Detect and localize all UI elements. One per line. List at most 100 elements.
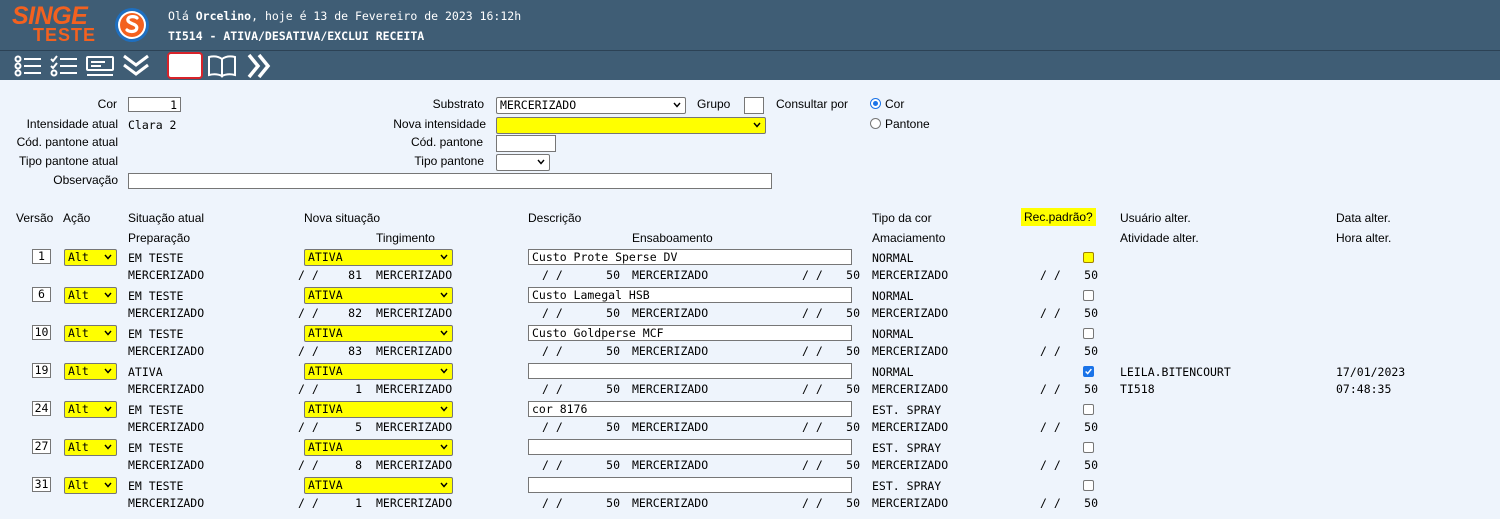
nova-situacao-select[interactable]: ATIVA	[304, 477, 453, 494]
ensaboamento-value: MERCERIZADO	[632, 268, 709, 282]
amaciamento-slash: / /	[1040, 496, 1061, 510]
acao-value: Alt	[68, 288, 89, 302]
chevron-down-icon	[440, 444, 448, 450]
acao-select[interactable]: Alt	[64, 363, 117, 380]
chevron-down-icon	[104, 482, 112, 488]
refresh-icon[interactable]	[167, 52, 203, 79]
tingimento-slash: / /	[298, 382, 319, 396]
amaciamento-value: MERCERIZADO	[872, 344, 949, 358]
nova-situacao-value: ATIVA	[308, 326, 343, 340]
amaciamento-num: 50	[1084, 458, 1098, 472]
logo-bottom: TESTE	[33, 25, 97, 45]
substrato-select[interactable]: MERCERIZADO	[496, 97, 686, 114]
acao-value: Alt	[68, 402, 89, 416]
rec-padrao-checkbox[interactable]	[1083, 252, 1094, 263]
acao-select[interactable]: Alt	[64, 249, 117, 266]
nova-situacao-select[interactable]: ATIVA	[304, 363, 453, 380]
intensidade-atual-label: Intensidade atual	[26, 117, 118, 131]
nova-situacao-value: ATIVA	[308, 250, 343, 264]
cor-input[interactable]: 1	[128, 97, 181, 112]
chevron-down-icon	[440, 330, 448, 336]
observacao-input[interactable]	[128, 173, 772, 189]
list-checks-2-icon[interactable]	[48, 51, 80, 80]
situacao-atual-value: EM TESTE	[128, 327, 184, 341]
nova-situacao-select[interactable]: ATIVA	[304, 439, 453, 456]
rec-padrao-checkbox[interactable]	[1083, 480, 1094, 491]
descricao-input[interactable]: Custo Lamegal HSB	[528, 287, 852, 303]
descricao-input[interactable]	[528, 477, 852, 493]
cod-pantone-input[interactable]	[496, 135, 556, 152]
book-icon[interactable]	[206, 51, 238, 80]
rec-padrao-checkbox[interactable]	[1083, 328, 1094, 339]
tingimento-slash: / /	[298, 344, 319, 358]
ensaboamento-2-num: 50	[846, 344, 860, 358]
observacao-label: Observação	[53, 173, 118, 187]
nova-situacao-select[interactable]: ATIVA	[304, 325, 453, 342]
ensaboamento-2-slash: / /	[802, 458, 823, 472]
versao-value: 1	[32, 249, 51, 264]
acao-select[interactable]: Alt	[64, 439, 117, 456]
acao-select[interactable]: Alt	[64, 401, 117, 418]
radio-cor[interactable]	[870, 98, 881, 109]
radio-cor-label: Cor	[885, 97, 905, 111]
nova-situacao-select[interactable]: ATIVA	[304, 287, 453, 304]
ensaboamento-num: 50	[606, 306, 620, 320]
col-versao: Versão	[16, 211, 54, 225]
ensaboamento-value: MERCERIZADO	[632, 344, 709, 358]
tipo-pantone-select[interactable]	[496, 154, 550, 171]
chevron-down-icon	[673, 102, 681, 108]
tipo-pantone-atual-label: Tipo pantone atual	[19, 154, 118, 168]
ensaboamento-2-num: 50	[846, 268, 860, 282]
amaciamento-slash: / /	[1040, 458, 1061, 472]
tingimento-value: MERCERIZADO	[376, 382, 453, 396]
nova-situacao-select[interactable]: ATIVA	[304, 249, 453, 266]
nova-intensidade-select[interactable]	[496, 117, 766, 134]
amaciamento-value: MERCERIZADO	[872, 458, 949, 472]
ensaboamento-2-num: 50	[846, 382, 860, 396]
ensaboamento-slash: / /	[542, 382, 563, 396]
rec-padrao-checkbox[interactable]	[1083, 366, 1094, 377]
acao-select[interactable]: Alt	[64, 287, 117, 304]
double-chevron-down-icon[interactable]	[120, 51, 152, 80]
grupo-input[interactable]	[744, 97, 764, 114]
descricao-input[interactable]: Custo Goldperse MCF	[528, 325, 852, 341]
rec-padrao-checkbox[interactable]	[1083, 404, 1094, 415]
descricao-input[interactable]: cor 8176	[528, 401, 852, 417]
ensaboamento-num: 50	[606, 420, 620, 434]
rec-padrao-checkbox[interactable]	[1083, 290, 1094, 301]
tingimento-num: 1	[355, 382, 362, 396]
list-checks-icon[interactable]	[12, 51, 44, 80]
tingimento-slash: / /	[298, 458, 319, 472]
situacao-atual-value: EM TESTE	[128, 289, 184, 303]
descricao-input[interactable]	[528, 363, 852, 379]
chevron-down-icon	[440, 292, 448, 298]
amaciamento-slash: / /	[1040, 268, 1061, 282]
acao-select[interactable]: Alt	[64, 477, 117, 494]
preparacao-value: MERCERIZADO	[128, 382, 205, 396]
descricao-input[interactable]: Custo Prote Sperse DV	[528, 249, 852, 265]
situacao-atual-value: EM TESTE	[128, 403, 184, 417]
chevron-down-icon	[104, 406, 112, 412]
radio-pantone[interactable]	[870, 118, 881, 129]
ensaboamento-slash: / /	[542, 306, 563, 320]
greeting-prefix: Olá	[168, 9, 189, 23]
tipo-da-cor-value: NORMAL	[872, 365, 914, 379]
rec-padrao-checkbox[interactable]	[1083, 442, 1094, 453]
chevron-down-icon	[440, 406, 448, 412]
nova-situacao-select[interactable]: ATIVA	[304, 401, 453, 418]
col-data-alter: Data alter.	[1336, 211, 1391, 225]
acao-select[interactable]: Alt	[64, 325, 117, 342]
double-chevron-right-icon[interactable]	[243, 51, 275, 80]
app-logo-icon	[115, 8, 149, 42]
tipo-da-cor-value: NORMAL	[872, 251, 914, 265]
card-icon[interactable]	[84, 51, 116, 80]
amaciamento-value: MERCERIZADO	[872, 306, 949, 320]
ensaboamento-num: 50	[606, 458, 620, 472]
acao-value: Alt	[68, 478, 89, 492]
descricao-input[interactable]	[528, 439, 852, 455]
chevron-down-icon	[104, 444, 112, 450]
amaciamento-num: 50	[1084, 268, 1098, 282]
ensaboamento-2-num: 50	[846, 306, 860, 320]
consultar-por-label: Consultar por	[776, 97, 849, 111]
tipo-da-cor-value: EST. SPRAY	[872, 441, 942, 455]
